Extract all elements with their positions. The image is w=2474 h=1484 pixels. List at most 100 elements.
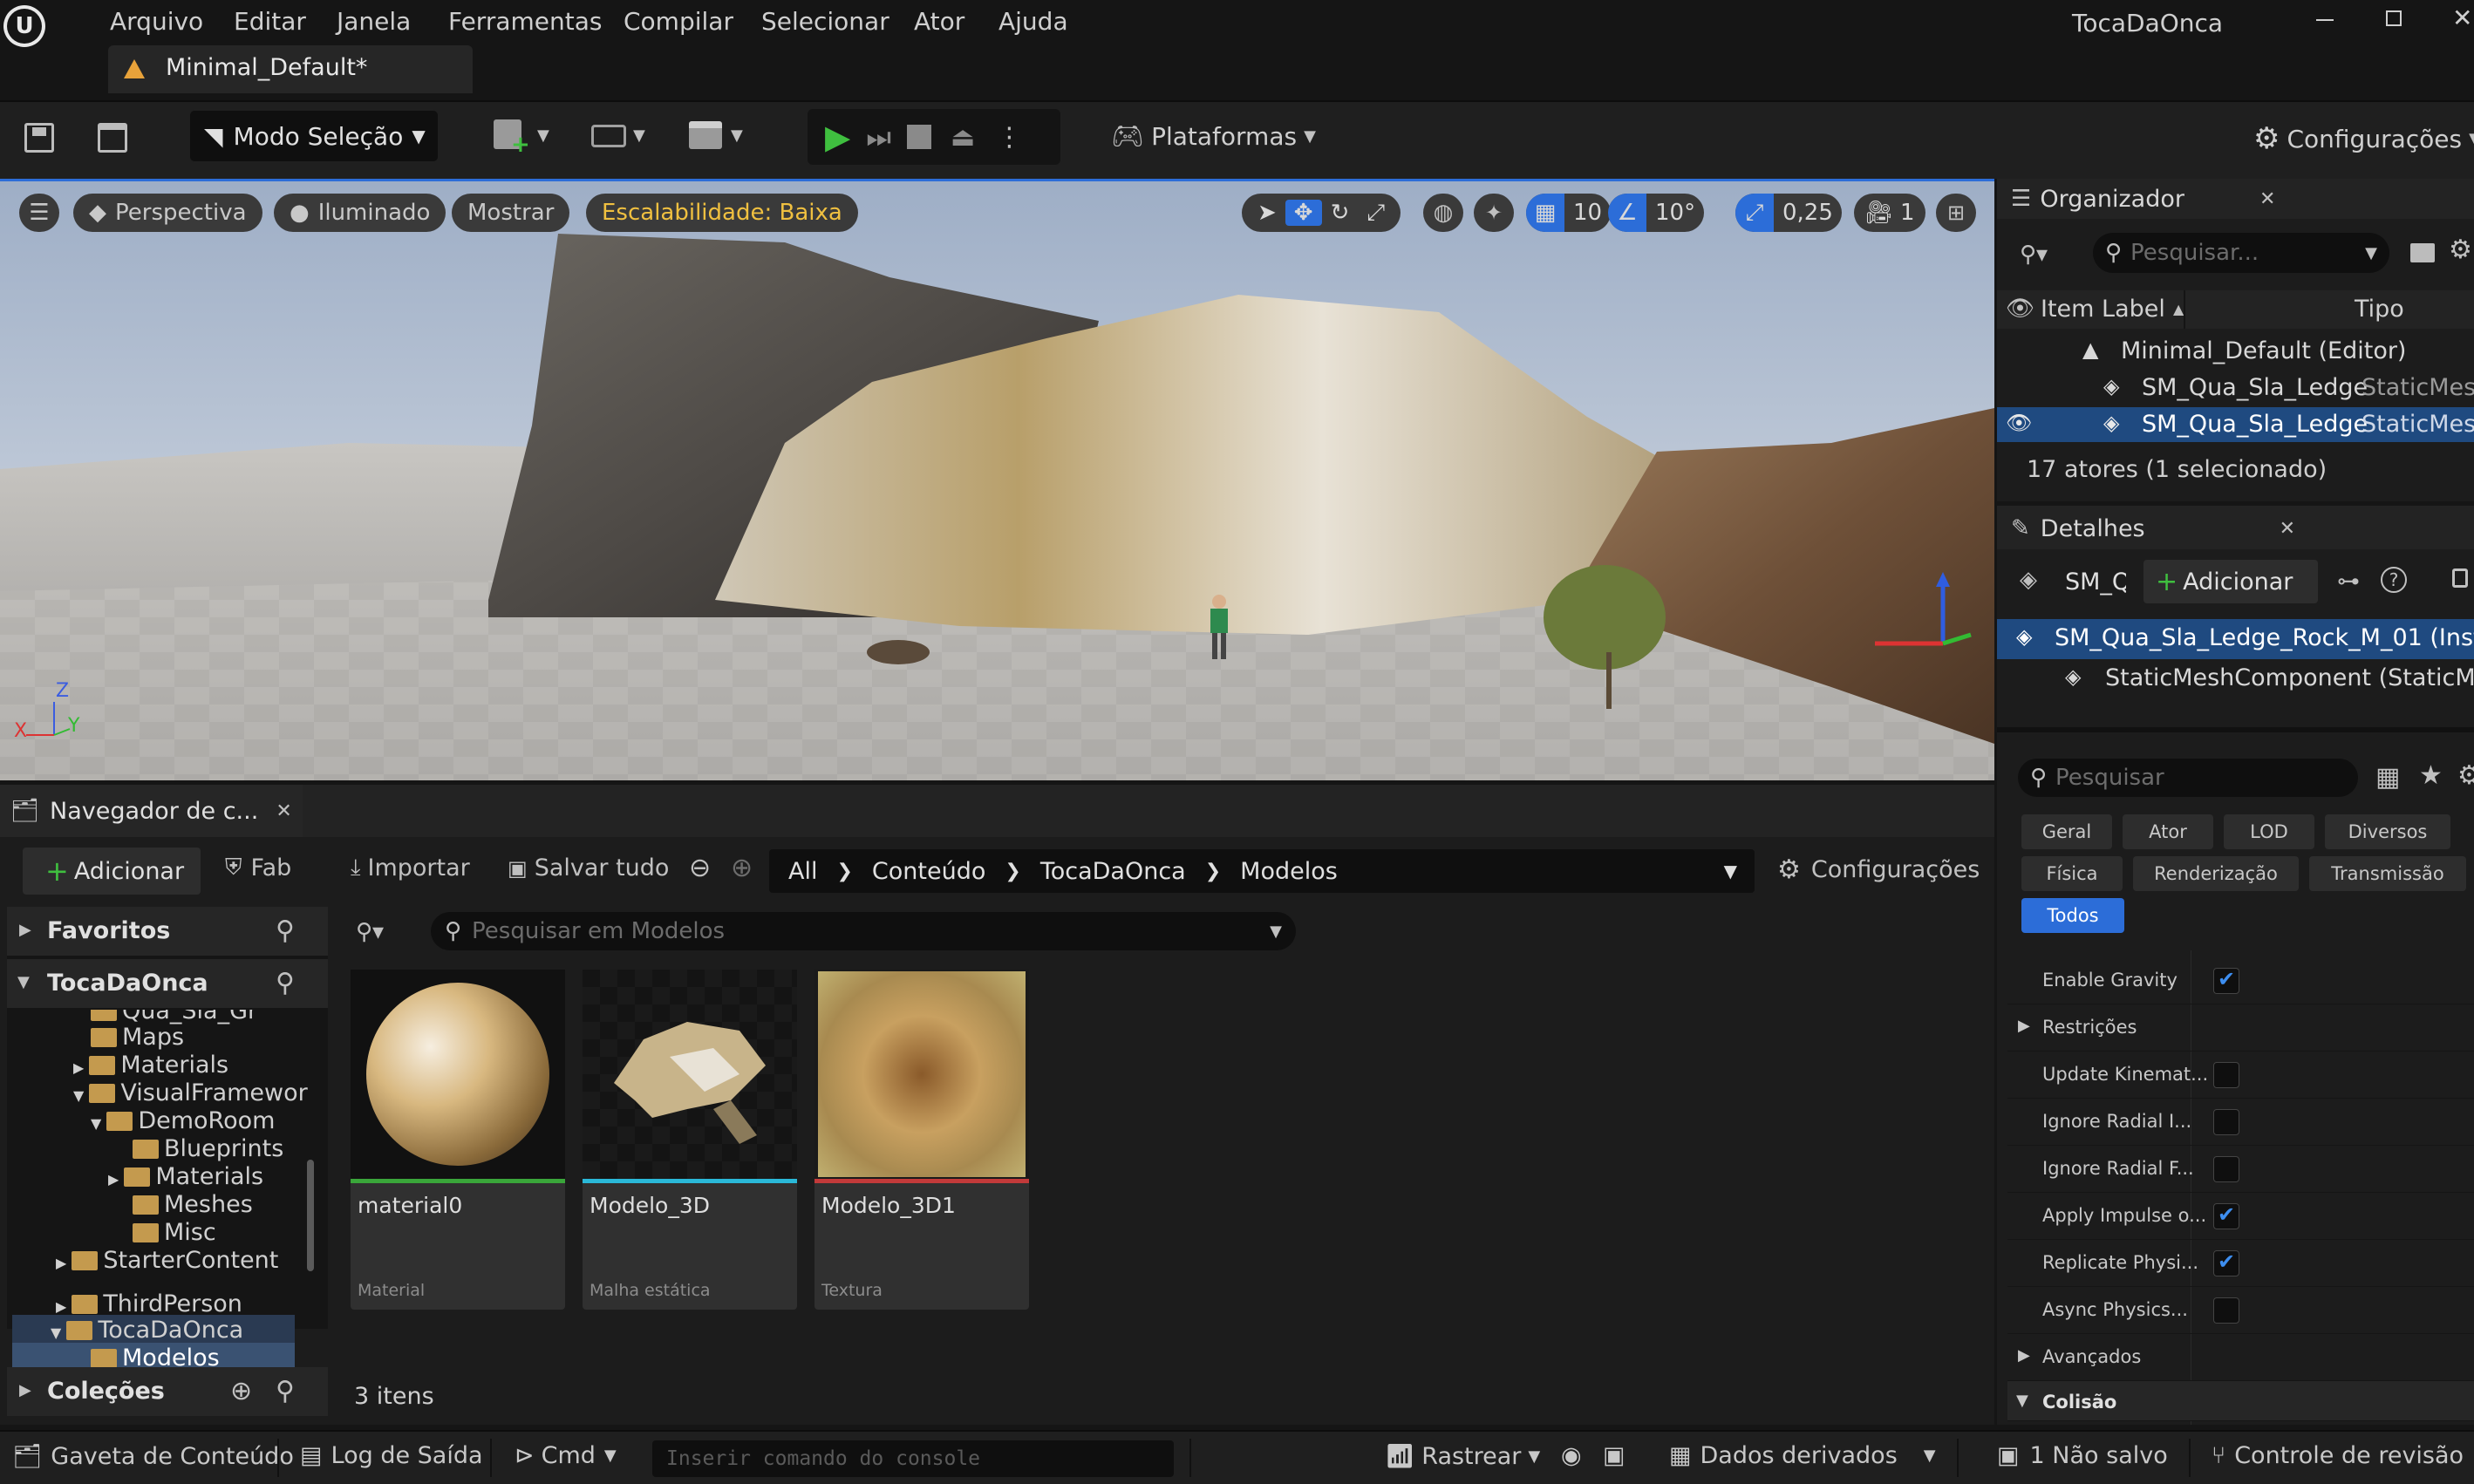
scale-snap[interactable]: ⤢ 0,25 bbox=[1735, 194, 1842, 232]
folder-item[interactable]: ▼ TocaDaOnca bbox=[51, 1317, 243, 1344]
add-component-button[interactable]: + Adicionar bbox=[2143, 560, 2318, 603]
outliner-row[interactable]: ◈ SM_Qua_Sla_Ledge StaticMes bbox=[1997, 371, 2474, 405]
close-icon[interactable]: ✕ bbox=[276, 800, 291, 822]
tree-scrollbar[interactable] bbox=[307, 1160, 314, 1271]
search-icon[interactable]: ⚲ bbox=[276, 1376, 295, 1406]
folder-item[interactable]: ▶ Materials bbox=[73, 1052, 228, 1079]
cb-settings-button[interactable]: ⚙ Configurações bbox=[1777, 854, 1980, 885]
breadcrumb-tocadaonca[interactable]: TocaDaOnca bbox=[1040, 858, 1186, 885]
menu-janela[interactable]: Janela bbox=[337, 7, 411, 36]
filter-ator[interactable]: Ator bbox=[2123, 814, 2213, 849]
select-tool-icon[interactable]: ➤ bbox=[1249, 200, 1285, 226]
menu-arquivo[interactable]: Arquivo bbox=[110, 7, 203, 36]
filter-icon[interactable]: ⚲▾ bbox=[2020, 242, 2048, 268]
outliner-tab[interactable]: ☰ Organizador ✕ bbox=[2011, 179, 2275, 219]
mode-selector[interactable]: ◥ Modo Seleção ▼ bbox=[190, 111, 438, 161]
revision-control-button[interactable]: ⑂ Controle de revisão bbox=[2212, 1442, 2464, 1469]
screenshot-icon[interactable]: ▣ bbox=[1603, 1442, 1625, 1469]
derived-data-button[interactable]: ▦ Dados derivados ▼ bbox=[1669, 1442, 1936, 1469]
minimize-button[interactable] bbox=[2316, 19, 2334, 21]
cinematics-icon[interactable] bbox=[689, 121, 722, 149]
step-button[interactable]: ⏭ bbox=[866, 120, 891, 154]
asset-tile[interactable]: Modelo_3D Malha estática bbox=[583, 970, 797, 1310]
folder-item[interactable]: ▶ ThirdPerson bbox=[56, 1290, 242, 1317]
table-view-icon[interactable]: ▦ bbox=[2375, 762, 2400, 793]
ignore-radial-impulse-checkbox[interactable] bbox=[2213, 1109, 2239, 1135]
scalability-warning[interactable]: Escalabilidade: Baixa bbox=[586, 194, 858, 232]
rotate-tool-icon[interactable]: ↻ bbox=[1322, 200, 1359, 226]
content-drawer-button[interactable]: 🗂︎ Gaveta de Conteúdo bbox=[12, 1442, 294, 1471]
folder-item[interactable]: Blueprints bbox=[133, 1135, 283, 1162]
ignore-radial-force-checkbox[interactable] bbox=[2213, 1156, 2239, 1182]
browse-level-icon[interactable] bbox=[98, 123, 127, 153]
search-icon[interactable]: ⚲ bbox=[276, 968, 295, 998]
enable-gravity-checkbox[interactable]: ✔ bbox=[2213, 967, 2239, 994]
translate-tool-icon[interactable]: ✥ bbox=[1285, 200, 1322, 226]
fab-button[interactable]: ⛨ Fab bbox=[225, 854, 291, 882]
property-group-row[interactable]: ▶ Restrições bbox=[2007, 1004, 2474, 1052]
folder-item[interactable]: ▶ Materials bbox=[108, 1163, 263, 1190]
show-button[interactable]: Mostrar bbox=[452, 194, 570, 232]
chevron-down-icon[interactable]: ▼ bbox=[731, 126, 743, 145]
record-icon[interactable]: ◉ bbox=[1561, 1442, 1582, 1469]
save-all-button[interactable]: ▣ Salvar tudo bbox=[508, 854, 669, 882]
col-type[interactable]: Tipo bbox=[2355, 296, 2404, 323]
menu-ferramentas[interactable]: Ferramentas bbox=[448, 7, 602, 36]
play-button[interactable]: ▶ bbox=[825, 118, 850, 156]
output-log-button[interactable]: ▤ Log de Saída bbox=[300, 1442, 483, 1469]
folder-item[interactable]: ▶ StarterContent bbox=[56, 1247, 278, 1274]
folder-item[interactable]: Maps bbox=[91, 1024, 184, 1051]
component-root-selected[interactable]: ◈ SM_Qua_Sla_Ledge_Rock_M_01 (Instân bbox=[1997, 619, 2474, 659]
root-folder-header[interactable]: ▼ TocaDaOnca ⚲ bbox=[7, 959, 328, 1008]
blueprint-convert-icon[interactable]: ⊶ bbox=[2337, 568, 2360, 595]
breadcrumb-modelos[interactable]: Modelos bbox=[1240, 858, 1338, 885]
component-item[interactable]: ◈ StaticMeshComponent (StaticMesh bbox=[1997, 661, 2474, 699]
add-button[interactable]: + Adicionar bbox=[23, 848, 201, 895]
help-icon[interactable]: ? bbox=[2381, 567, 2407, 593]
breadcrumb-conteudo[interactable]: Conteúdo bbox=[872, 858, 985, 885]
level-tab[interactable]: Minimal_Default* bbox=[108, 45, 473, 93]
cmd-button[interactable]: ⊳ Cmd ▼ bbox=[515, 1442, 617, 1469]
grid-snap[interactable]: ▦ 10 bbox=[1526, 194, 1612, 232]
replicate-physics-checkbox[interactable]: ✔ bbox=[2213, 1249, 2239, 1276]
blueprint-icon[interactable] bbox=[591, 125, 626, 147]
collections-header[interactable]: ▶ Coleções ⊕ ⚲ bbox=[7, 1367, 328, 1416]
console-input[interactable]: Inserir comando do console bbox=[652, 1440, 1174, 1477]
add-actor-icon[interactable]: + bbox=[494, 119, 530, 158]
update-kinematic-checkbox[interactable] bbox=[2213, 1062, 2239, 1088]
world-local-toggle[interactable]: ◍ bbox=[1423, 194, 1463, 232]
filter-renderizacao[interactable]: Renderização bbox=[2133, 856, 2299, 891]
layout-button[interactable]: ⊞ bbox=[1936, 194, 1976, 232]
outliner-row[interactable]: ▲ Minimal_Default (Editor) bbox=[1997, 334, 2474, 369]
filter-icon[interactable]: ⚲▾ bbox=[356, 919, 384, 945]
folder-item[interactable]: Misc bbox=[133, 1219, 216, 1246]
stop-button[interactable] bbox=[907, 125, 932, 149]
import-button[interactable]: ⤓ Importar bbox=[351, 854, 470, 882]
async-physics-checkbox[interactable] bbox=[2213, 1297, 2239, 1324]
asset-tile[interactable]: Modelo_3D1 Textura bbox=[814, 970, 1029, 1310]
close-window-button[interactable]: ✕ bbox=[2452, 3, 2472, 32]
property-group-row[interactable]: ▶ Avançados bbox=[2007, 1334, 2474, 1381]
camera-speed[interactable]: 🎥︎ 1 bbox=[1854, 194, 1925, 232]
col-item-label[interactable]: Item Label bbox=[2041, 296, 2165, 323]
breadcrumb-all[interactable]: All bbox=[788, 858, 817, 885]
level-viewport[interactable]: Z X Y ☰ ◆ Perspectiva ● Iluminado Mostrar … bbox=[0, 179, 1994, 780]
gear-icon[interactable]: ⚙ bbox=[2449, 235, 2472, 265]
filter-diversos[interactable]: Diversos bbox=[2325, 814, 2450, 849]
close-icon[interactable]: ✕ bbox=[2280, 518, 2295, 540]
view-mode-button[interactable]: ● Iluminado bbox=[274, 194, 446, 232]
folder-item[interactable]: Qua_Sla_Gr bbox=[91, 1010, 257, 1025]
apply-impulse-checkbox[interactable]: ✔ bbox=[2213, 1202, 2239, 1229]
menu-compilar[interactable]: Compilar bbox=[624, 7, 733, 36]
scale-tool-icon[interactable]: ⤢ bbox=[1358, 200, 1394, 227]
search-icon[interactable]: ⚲ bbox=[276, 916, 295, 946]
perspective-button[interactable]: ◆ Perspectiva bbox=[73, 194, 262, 232]
chevron-down-icon[interactable]: ▼ bbox=[633, 126, 645, 145]
gear-icon[interactable]: ⚙ bbox=[2457, 760, 2474, 791]
details-search[interactable]: ⚲ Pesquisar bbox=[2018, 759, 2358, 797]
folder-item[interactable]: Meshes bbox=[133, 1191, 253, 1218]
asset-search[interactable]: ⚲ Pesquisar em Modelos ▼ bbox=[431, 912, 1296, 950]
menu-selecionar[interactable]: Selecionar bbox=[761, 7, 889, 36]
trace-button[interactable]: 📶︎ Rastrear ▼ bbox=[1385, 1442, 1540, 1471]
restore-button[interactable] bbox=[2386, 10, 2402, 26]
